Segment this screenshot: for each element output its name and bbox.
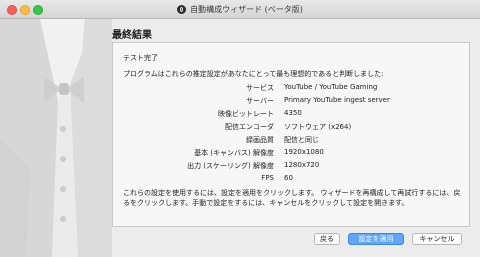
results-panel: テスト完了 プログラムはこれらの推定設定があなたにとって最も理想的であると判断し… <box>112 42 470 227</box>
server-label: サーバー <box>246 97 274 105</box>
base-resolution-label: 基本 (キャンバス) 解像度 <box>194 149 274 157</box>
title-bar: 自動構成ウィザード (ベータ版) <box>0 0 480 19</box>
output-resolution-value: 1280x720 <box>284 161 320 169</box>
recording-quality-label: 録画品質 <box>246 136 274 144</box>
encoder-value: ソフトウェア (x264) <box>284 123 352 131</box>
back-button[interactable]: 戻る <box>314 233 340 245</box>
page-heading: 最終結果 <box>112 30 152 41</box>
tuxedo-illustration <box>0 19 112 257</box>
recording-quality-value: 配信と同じ <box>284 136 319 144</box>
title-group: 自動構成ウィザード (ベータ版) <box>0 0 480 18</box>
service-value: YouTube / YouTube Gaming <box>284 83 378 91</box>
wizard-window: 自動構成ウィザード (ベータ版) 最終結果 テスト完了 プログラムはこれらの推定… <box>0 0 480 257</box>
cancel-button[interactable]: キャンセル <box>412 233 462 245</box>
base-resolution-value: 1920x1080 <box>284 148 324 156</box>
intro-text: プログラムはこれらの推定設定があなたにとって最も理想的であると判断しました: <box>123 70 384 78</box>
encoder-label: 配信エンコーダ <box>225 123 274 131</box>
server-value: Primary YouTube ingest server <box>284 96 390 104</box>
apply-settings-button[interactable]: 設定を適用 <box>348 233 404 245</box>
instructions-text: これらの設定を使用するには、設定を適用をクリックします。 ウィザードを再構成して… <box>123 189 461 207</box>
window-title: 自動構成ウィザード (ベータ版) <box>190 4 303 14</box>
output-resolution-label: 出力 (スケーリング) 解像度 <box>187 162 274 170</box>
bitrate-label: 映像ビットレート <box>218 110 274 118</box>
fps-value: 60 <box>284 174 293 182</box>
bitrate-value: 4350 <box>284 109 302 117</box>
test-status: テスト完了 <box>123 54 158 62</box>
obs-icon <box>177 4 187 14</box>
service-label: サービス <box>246 84 274 92</box>
fps-label: FPS <box>261 174 274 182</box>
